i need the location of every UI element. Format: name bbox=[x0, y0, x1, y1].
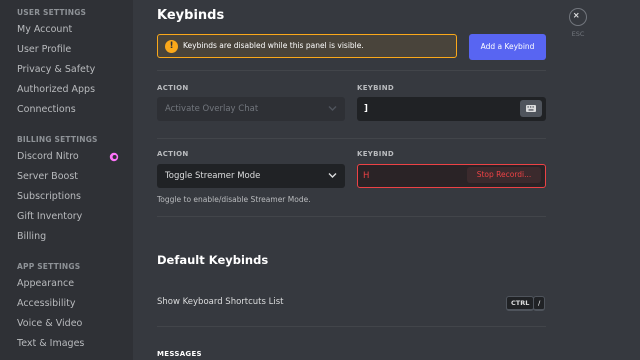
sidebar-heading-billing-settings: BILLING SETTINGS bbox=[17, 135, 98, 144]
close-icon bbox=[573, 12, 579, 18]
action-select-streamer-mode[interactable]: Toggle Streamer Mode bbox=[157, 164, 345, 188]
sidebar-item-my-account[interactable]: My Account bbox=[17, 22, 125, 38]
sidebar-item-accessibility[interactable]: Accessibility bbox=[17, 296, 125, 312]
keybind-field-overlay-chat[interactable]: ] bbox=[357, 97, 546, 121]
keybind-label: KEYBIND bbox=[357, 84, 394, 92]
chevron-down-icon bbox=[328, 106, 337, 111]
sidebar-heading-user-settings: USER SETTINGS bbox=[17, 8, 87, 17]
divider bbox=[157, 216, 546, 217]
action-select-value: Activate Overlay Chat bbox=[165, 104, 259, 114]
divider bbox=[157, 70, 546, 71]
sidebar-item-user-profile[interactable]: User Profile bbox=[17, 42, 125, 58]
sidebar-item-privacy-safety[interactable]: Privacy & Safety bbox=[17, 62, 125, 78]
key-cap-ctrl: CTRL bbox=[506, 296, 535, 311]
warning-banner: ! Keybinds are disabled while this panel… bbox=[157, 34, 457, 58]
sidebar-heading-app-settings: APP SETTINGS bbox=[17, 262, 81, 271]
keybind-field-streamer-mode[interactable]: H Stop Recordi... bbox=[357, 164, 546, 188]
record-keybind-button[interactable] bbox=[520, 100, 542, 117]
action-select-value: Toggle Streamer Mode bbox=[165, 171, 261, 181]
warning-text: Keybinds are disabled while this panel i… bbox=[183, 41, 364, 50]
section-title-default-keybinds: Default Keybinds bbox=[157, 253, 269, 267]
keyboard-icon bbox=[526, 105, 536, 112]
add-keybind-button[interactable]: Add a Keybind bbox=[469, 34, 546, 60]
close-button[interactable] bbox=[569, 8, 587, 26]
esc-label: ESC bbox=[571, 30, 585, 38]
divider bbox=[157, 138, 546, 139]
warning-icon: ! bbox=[165, 40, 178, 53]
sidebar-item-appearance[interactable]: Appearance bbox=[17, 276, 125, 292]
settings-sidebar: USER SETTINGS My Account User Profile Pr… bbox=[0, 0, 133, 360]
default-keybind-label: Show Keyboard Shortcuts List bbox=[157, 297, 284, 307]
page-title: Keybinds bbox=[157, 8, 225, 23]
keybinds-panel: Keybinds ! Keybinds are disabled while t… bbox=[133, 0, 640, 360]
sidebar-item-discord-nitro[interactable]: Discord Nitro bbox=[17, 149, 125, 165]
sidebar-item-label: Discord Nitro bbox=[17, 151, 79, 162]
divider bbox=[157, 326, 546, 327]
chevron-down-icon bbox=[328, 173, 337, 178]
sidebar-item-authorized-apps[interactable]: Authorized Apps bbox=[17, 82, 125, 98]
keybind-hint: Toggle to enable/disable Streamer Mode. bbox=[157, 195, 311, 204]
sidebar-item-billing[interactable]: Billing bbox=[17, 229, 125, 245]
sidebar-item-gift-inventory[interactable]: Gift Inventory bbox=[17, 209, 125, 225]
section-heading-messages: MESSAGES bbox=[157, 350, 202, 358]
keybind-label: KEYBIND bbox=[357, 150, 394, 158]
nitro-icon bbox=[109, 152, 119, 162]
sidebar-item-connections[interactable]: Connections bbox=[17, 102, 125, 118]
action-label: ACTION bbox=[157, 84, 189, 92]
keybind-value: H bbox=[363, 171, 370, 181]
key-cap-slash: / bbox=[533, 296, 546, 311]
keybind-value: ] bbox=[364, 104, 368, 114]
stop-recording-button[interactable]: Stop Recordi... bbox=[467, 167, 541, 183]
sidebar-item-voice-video[interactable]: Voice & Video bbox=[17, 316, 125, 332]
sidebar-item-text-images[interactable]: Text & Images bbox=[17, 336, 125, 352]
sidebar-item-subscriptions[interactable]: Subscriptions bbox=[17, 189, 125, 205]
action-select-overlay-chat: Activate Overlay Chat bbox=[157, 97, 345, 121]
close-settings[interactable]: ESC bbox=[569, 8, 591, 38]
sidebar-item-server-boost[interactable]: Server Boost bbox=[17, 169, 125, 185]
action-label: ACTION bbox=[157, 150, 189, 158]
